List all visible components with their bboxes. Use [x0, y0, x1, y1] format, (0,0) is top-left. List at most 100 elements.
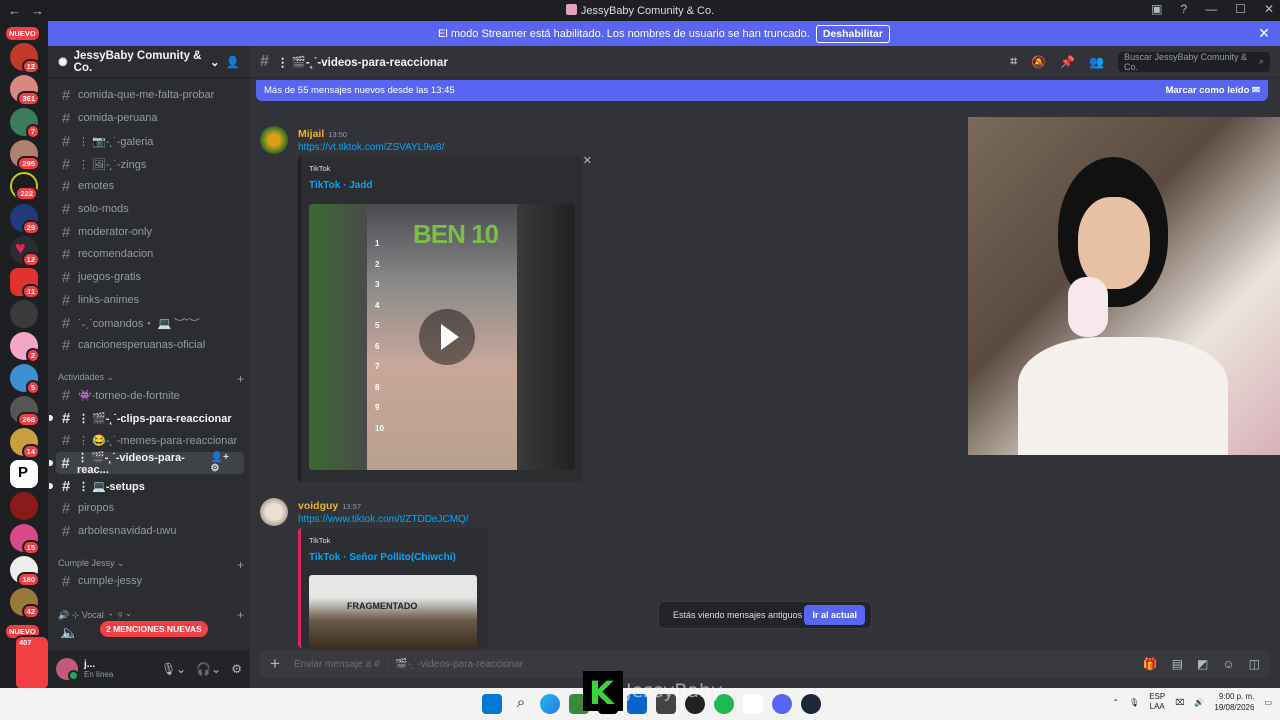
channel-item[interactable]: # piropos: [56, 497, 244, 519]
minimize-icon[interactable]: —: [1205, 2, 1217, 16]
avatar[interactable]: [260, 498, 288, 526]
mark-read-button[interactable]: Marcar como leído ✉: [1165, 85, 1260, 96]
channel-item-unread[interactable]: # ⋮ 🎬-˛˙-clips-para-reaccionar: [49, 407, 244, 429]
channel-item[interactable]: # ˙˗ˏˋcomandos・ 💻 ︶˘︶: [56, 312, 244, 334]
server-icon[interactable]: 29: [10, 204, 40, 235]
inbox-icon[interactable]: ▣: [1151, 2, 1162, 16]
new-servers-label-top[interactable]: NUEVO: [6, 27, 39, 40]
category-voice[interactable]: 🔊 ⊹ Vocal ・ ୨ ⌄ +: [58, 608, 244, 622]
discord-icon[interactable]: [772, 694, 792, 714]
server-icon[interactable]: 11: [10, 268, 40, 299]
channel-item[interactable]: # recomendacion: [56, 243, 244, 265]
disable-streamer-button[interactable]: Deshabilitar: [815, 24, 890, 43]
pin-icon[interactable]: 📌: [1060, 55, 1075, 69]
network-icon[interactable]: ⌧: [1175, 698, 1184, 707]
channel-item[interactable]: # cumple-jessy: [56, 570, 244, 592]
channel-item[interactable]: # ⋮ 🖼-˛˙-zings: [56, 153, 244, 175]
close-icon[interactable]: ✕: [1264, 2, 1274, 16]
add-channel-icon[interactable]: +: [237, 608, 244, 622]
jump-to-present-button[interactable]: Ir al actual: [804, 605, 865, 625]
banner-close-icon[interactable]: ✕: [1258, 25, 1270, 42]
server-icon[interactable]: [10, 492, 38, 520]
server-icon[interactable]: 295: [10, 140, 40, 171]
message-composer[interactable]: + Enviar mensaje a # ⋮ 🎬-˛˙-videos-para-…: [260, 650, 1270, 678]
threads-icon[interactable]: ⌗: [1010, 54, 1017, 69]
channel-item[interactable]: # comida-que-me-falta-probar: [56, 84, 244, 106]
emoji-icon[interactable]: ☺: [1222, 657, 1234, 671]
server-icon[interactable]: 222: [10, 172, 38, 201]
upload-plus-icon[interactable]: +: [270, 654, 280, 674]
video-player[interactable]: BEN 10 1 2 3 4 5 6 7 8 9 10: [309, 204, 575, 470]
list-number: 6: [375, 341, 380, 351]
server-icon[interactable]: [10, 300, 38, 328]
guild-header[interactable]: ✺ JessyBaby Comunity & Co. ⌄ 👤: [48, 46, 250, 78]
search-input[interactable]: Buscar JessyBaby Comunity & Co. ⌕: [1118, 51, 1270, 72]
language-indicator[interactable]: ESP LAA: [1149, 692, 1165, 712]
new-messages-bar[interactable]: Más de 55 mensajes nuevos desde las 13:4…: [256, 80, 1268, 101]
channel-item[interactable]: # ⋮ 📷-˛˙-galeria: [56, 130, 244, 152]
message-link[interactable]: https://www.tiktok.com/t/ZTDDeJCMQ/: [298, 514, 469, 525]
channel-item[interactable]: # links-animes: [56, 289, 244, 311]
message-author[interactable]: voidguy 13:57: [298, 500, 361, 512]
maximize-icon[interactable]: ☐: [1235, 2, 1246, 16]
microphone-icon[interactable]: 🎙⌄: [161, 662, 186, 676]
gift-icon[interactable]: 🎁: [1143, 657, 1158, 671]
server-icon[interactable]: 14: [10, 428, 40, 459]
video-thumbnail[interactable]: FRAGMENTADO: [309, 575, 477, 650]
chevron-up-icon[interactable]: ⌃: [1112, 698, 1119, 707]
list-number: 3: [375, 280, 380, 289]
invite-people-icon[interactable]: 👤: [226, 55, 240, 69]
channel-item[interactable]: # cancionesperuanas-oficial: [56, 334, 244, 356]
channel-item[interactable]: # comida-peruana: [56, 107, 244, 129]
channel-item[interactable]: # ⋮ 😂-˛˙-memes-para-reaccionar: [56, 429, 244, 451]
channel-settings-icon[interactable]: 👤+ ⚙: [211, 452, 238, 474]
server-icon[interactable]: 361: [10, 75, 40, 106]
apps-icon[interactable]: ◫: [1249, 657, 1260, 671]
server-icon[interactable]: 2: [10, 332, 40, 363]
channel-item[interactable]: # solo-mods: [56, 198, 244, 220]
gif-icon[interactable]: ▤: [1172, 657, 1183, 671]
app-icon[interactable]: [743, 694, 763, 714]
channel-item[interactable]: # juegos-gratis: [56, 266, 244, 288]
edge-icon[interactable]: [540, 694, 560, 714]
server-icon[interactable]: 180: [10, 556, 40, 587]
channel-item[interactable]: # 👾-torneo-de-fortnite: [56, 384, 244, 406]
embed-title[interactable]: TikTok · Señor Pollito(Chiwchi): [309, 552, 456, 563]
avatar[interactable]: [260, 126, 288, 154]
help-icon[interactable]: ?: [1180, 2, 1187, 16]
channel-item-unread[interactable]: # ⋮ 💻-setups: [49, 475, 244, 497]
message-author[interactable]: Mijail 13:50: [298, 128, 347, 140]
server-icon[interactable]: 12: [10, 43, 40, 74]
server-icon[interactable]: 15: [10, 524, 40, 555]
server-icon[interactable]: P: [10, 460, 38, 488]
notification-bell-icon[interactable]: 🔕: [1031, 55, 1046, 69]
microphone-icon[interactable]: 🎙: [1129, 698, 1139, 707]
start-icon[interactable]: [482, 694, 502, 714]
avatar[interactable]: [56, 658, 79, 681]
message-link[interactable]: https://vt.tiktok.com/ZSVAYL9w8/: [298, 142, 444, 153]
clock[interactable]: 9:00 p. m. 19/08/2026: [1214, 691, 1254, 713]
embed-title[interactable]: TikTok · Jadd: [309, 180, 373, 191]
server-icon[interactable]: 268: [10, 396, 40, 427]
headphones-icon[interactable]: 🎧⌄: [196, 662, 221, 676]
search-icon[interactable]: ⌕: [511, 694, 531, 714]
clock-date: 19/08/2026: [1214, 703, 1255, 712]
new-mentions-pill[interactable]: 2 MENCIONES NUEVAS: [100, 621, 208, 637]
server-icon[interactable]: 42: [10, 588, 40, 619]
volume-icon[interactable]: 🔊: [1194, 698, 1204, 707]
member-list-icon[interactable]: 👥: [1089, 55, 1104, 69]
server-icon[interactable]: 5: [10, 364, 40, 395]
channel-item[interactable]: # arbolesnavidad-uwu: [56, 520, 244, 542]
channel-item-active[interactable]: # ⋮ 🎬-˛˙-videos-para-reac... 👤+ ⚙: [49, 452, 244, 476]
play-icon[interactable]: [419, 309, 475, 365]
notification-icon[interactable]: ▭: [1264, 698, 1272, 707]
channel-item[interactable]: # emotes: [56, 175, 244, 197]
gear-icon[interactable]: ⚙: [231, 662, 242, 676]
sticker-icon[interactable]: ◩: [1197, 657, 1208, 671]
hash-icon: #: [61, 155, 71, 173]
server-icon[interactable]: ♥ 12: [10, 236, 40, 267]
steam-icon[interactable]: [801, 694, 821, 714]
channel-item[interactable]: # moderator-only: [56, 221, 244, 243]
close-embed-icon[interactable]: ✕: [583, 154, 592, 167]
server-icon[interactable]: 7: [10, 108, 40, 139]
